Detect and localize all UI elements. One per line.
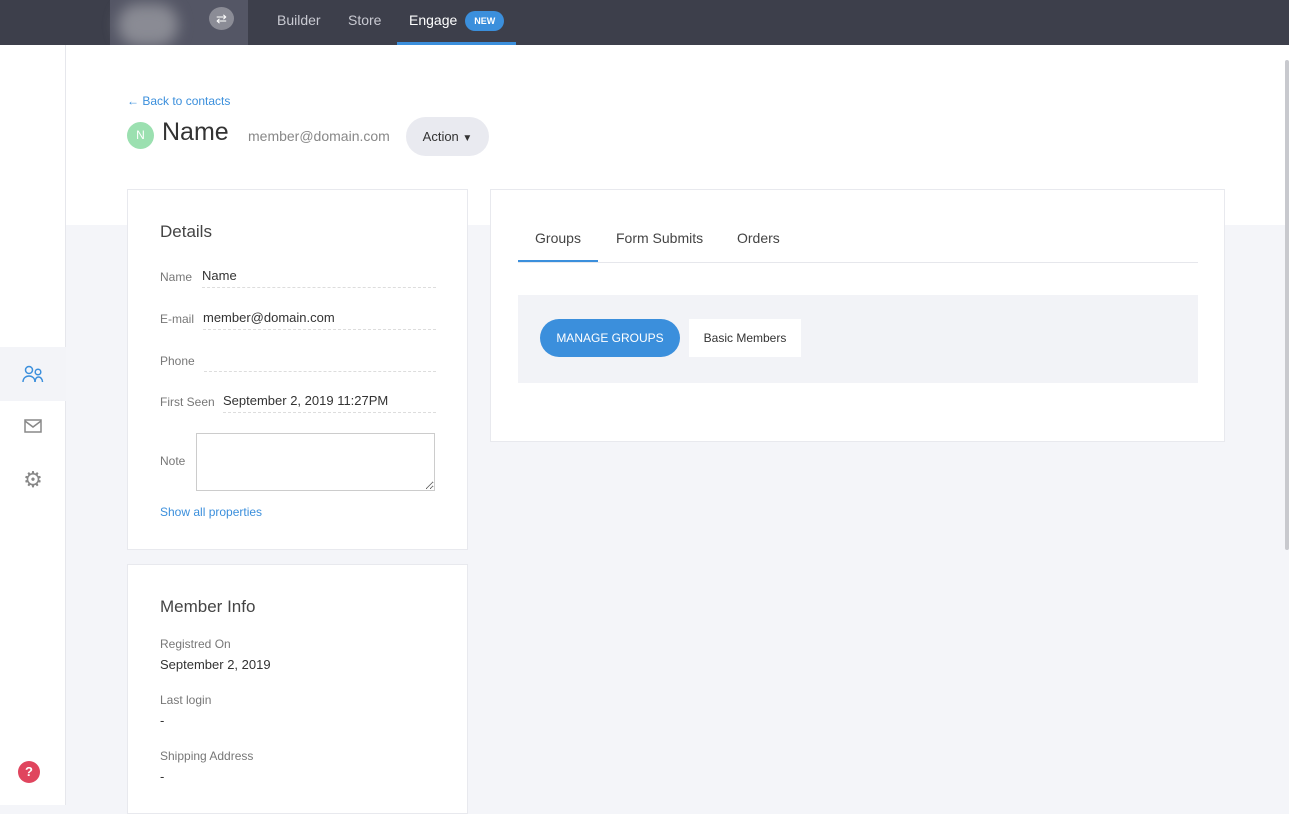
email-label: E-mail	[160, 312, 195, 326]
last-login-value: -	[160, 713, 165, 728]
top-bar: ⇄ Builder Store Engage NEW	[0, 0, 1289, 46]
shipping-label: Shipping Address	[160, 749, 254, 763]
new-badge: NEW	[465, 11, 505, 32]
member-info-card: Member Info Registred On September 2, 20…	[127, 564, 468, 814]
tab-divider	[518, 262, 1198, 263]
swap-icon[interactable]: ⇄	[209, 7, 234, 30]
manage-groups-button[interactable]: MANAGE GROUPS	[540, 319, 680, 357]
member-info-title: Member Info	[160, 597, 256, 616]
show-all-properties-link[interactable]: Show all properties	[160, 505, 262, 519]
tab-orders[interactable]: Orders	[737, 230, 780, 246]
activity-card	[490, 189, 1225, 442]
nav-builder[interactable]: Builder	[277, 0, 321, 45]
scrollbar[interactable]	[1285, 60, 1289, 550]
details-card: Details Name Name E-mail member@domain.c…	[127, 189, 468, 550]
contacts-icon[interactable]	[0, 347, 66, 401]
gear-icon[interactable]: ⚙	[0, 453, 66, 507]
contact-name: Name	[162, 118, 229, 146]
email-field[interactable]: member@domain.com	[203, 308, 436, 330]
note-textarea[interactable]	[196, 433, 435, 491]
registered-value: September 2, 2019	[160, 657, 271, 672]
phone-label: Phone	[160, 354, 195, 368]
first-seen-field[interactable]: September 2, 2019 11:27PM	[223, 391, 436, 413]
sidebar: ⚙ ?	[0, 45, 66, 805]
details-title: Details	[160, 222, 212, 241]
action-label: Action	[422, 129, 459, 144]
nav-store[interactable]: Store	[348, 0, 381, 45]
first-seen-label: First Seen	[160, 395, 215, 409]
back-to-contacts-link[interactable]: ← Back to contacts	[127, 94, 230, 108]
registered-label: Registred On	[160, 637, 231, 651]
note-label: Note	[160, 454, 186, 468]
tab-form-submits[interactable]: Form Submits	[616, 230, 703, 246]
mail-icon[interactable]	[0, 399, 66, 453]
caret-down-icon: ▼	[462, 133, 473, 144]
nav-engage[interactable]: Engage NEW	[397, 0, 517, 45]
last-login-label: Last login	[160, 693, 212, 707]
contact-email: member@domain.com	[248, 128, 390, 144]
group-tag: Basic Members	[689, 319, 801, 357]
phone-field[interactable]	[204, 350, 436, 372]
name-label: Name	[160, 270, 193, 284]
site-logo	[118, 4, 178, 46]
avatar: N	[127, 122, 154, 149]
help-icon[interactable]: ?	[18, 761, 40, 783]
action-dropdown[interactable]: Action ▼	[406, 117, 489, 156]
tab-groups[interactable]: Groups	[518, 230, 598, 262]
shipping-value: -	[160, 769, 165, 784]
name-field[interactable]: Name	[202, 266, 436, 288]
nav-engage-label: Engage	[409, 12, 458, 28]
